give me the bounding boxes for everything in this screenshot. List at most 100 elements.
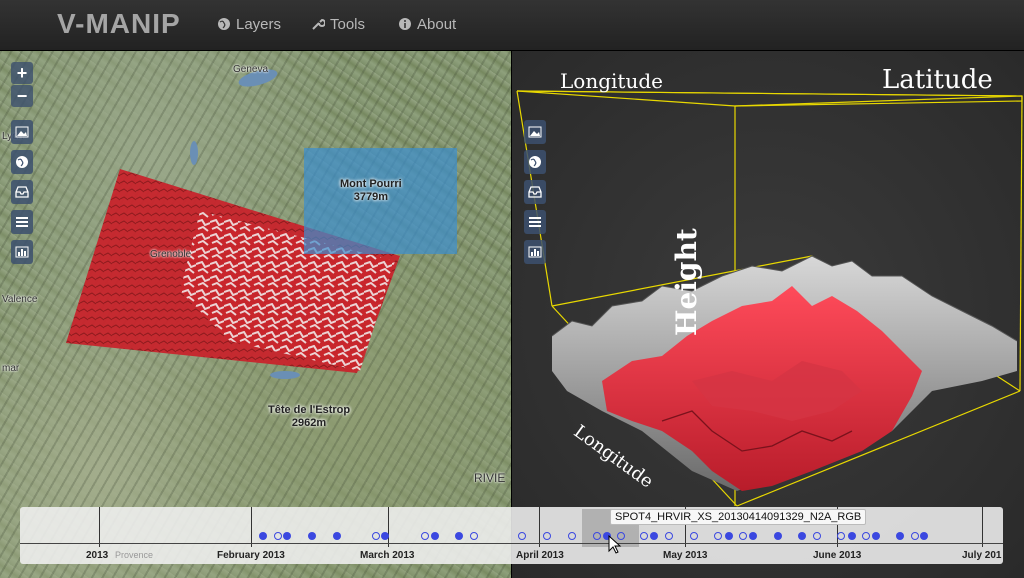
image-dot[interactable] [725, 532, 733, 540]
globe-button[interactable] [11, 150, 33, 174]
inbox-icon [15, 186, 29, 198]
inbox-button[interactable] [11, 180, 33, 204]
image-dot[interactable] [274, 532, 282, 540]
image-dot[interactable] [640, 532, 648, 540]
image-dot[interactable] [308, 532, 316, 540]
timeline-tick-label: 2013 [86, 550, 109, 561]
satellite-image-overlay [66, 148, 457, 373]
nav-about[interactable]: About [398, 16, 456, 33]
inbox-icon [528, 186, 542, 198]
image-dot[interactable] [568, 532, 576, 540]
image-dot[interactable] [518, 532, 526, 540]
peak-label: Mont Pourri 3779m [340, 178, 402, 204]
image-dot[interactable] [455, 532, 463, 540]
timeline-tick [251, 507, 252, 547]
timeline-tick [388, 507, 389, 547]
image-icon [528, 126, 542, 138]
image-dot[interactable] [714, 532, 722, 540]
image-dot[interactable] [421, 532, 429, 540]
timeline-tick-label: February 2013 [217, 550, 285, 561]
peak-name: Tête de l'Estrop [268, 404, 351, 416]
peak-label: Tête de l'Estrop 2962m [268, 404, 350, 430]
app-brand[interactable]: V-MANIP [57, 8, 181, 40]
image-dot[interactable] [593, 532, 601, 540]
image-dot[interactable] [774, 532, 782, 540]
image-dot[interactable] [862, 532, 870, 540]
list-icon [16, 217, 28, 227]
nav-tools-label: Tools [330, 16, 366, 33]
list-button[interactable] [11, 210, 33, 234]
place-label: Geneva [233, 64, 269, 75]
image-dot[interactable] [333, 532, 341, 540]
image-dot[interactable] [920, 532, 928, 540]
image-dot[interactable] [813, 532, 821, 540]
zoom-out-button[interactable]: − [11, 85, 33, 107]
timeline[interactable]: 2013 February 2013 March 2013 April 2013… [20, 507, 1003, 564]
image-dot[interactable] [259, 532, 267, 540]
image-dot[interactable] [372, 532, 380, 540]
place-label: mar [2, 363, 20, 374]
image-icon [15, 126, 29, 138]
globe-icon [529, 156, 541, 168]
image-dot[interactable] [749, 532, 757, 540]
image-dot[interactable] [872, 532, 880, 540]
axis-label-longitude-top: Longitude [560, 69, 663, 93]
globe-icon [218, 18, 230, 30]
timeline-tick-label: April 2013 [516, 550, 564, 561]
bar-chart-icon [528, 246, 542, 258]
timeline-tick [539, 507, 540, 547]
image-dot[interactable] [690, 532, 698, 540]
image-dot[interactable] [431, 532, 439, 540]
place-label: RIVIE [474, 471, 506, 485]
terrain-3d-canvas [516, 90, 1023, 507]
axis-label-height: Height [670, 228, 703, 336]
image-tooltip: SPOT4_HRVIR_XS_20130414091329_N2A_RGB [610, 509, 867, 525]
image-dot[interactable] [798, 532, 806, 540]
bar-chart-icon [15, 246, 29, 258]
terrain-3d-view[interactable]: Longitude Latitude Height Longitude [512, 51, 1024, 578]
timeline-tick-label: May 2013 [663, 550, 708, 561]
image-dot[interactable] [665, 532, 673, 540]
image-layer-button[interactable] [11, 120, 33, 144]
timeline-tick-label: June 2013 [813, 550, 862, 561]
globe-icon [16, 156, 28, 168]
chart-button-3d[interactable] [524, 240, 546, 264]
image-dot[interactable] [283, 532, 291, 540]
place-label: Grenoble [150, 249, 192, 260]
timeline-axis [20, 543, 1003, 544]
peak-height: 2962m [291, 417, 327, 429]
list-button-3d[interactable] [524, 210, 546, 234]
chart-button[interactable] [11, 240, 33, 264]
image-dot[interactable] [739, 532, 747, 540]
image-dot[interactable] [896, 532, 904, 540]
nav-layers[interactable]: Layers [217, 16, 281, 33]
image-dot[interactable] [848, 532, 856, 540]
info-icon [399, 18, 411, 30]
image-dot[interactable] [911, 532, 919, 540]
list-icon [529, 217, 541, 227]
inbox-button-3d[interactable] [524, 180, 546, 204]
place-label: Valence [2, 294, 38, 305]
peak-name: Mont Pourri [340, 178, 402, 190]
image-dot[interactable] [543, 532, 551, 540]
nav-about-label: About [417, 16, 457, 33]
globe-button-3d[interactable] [524, 150, 546, 174]
image-layer-button-3d[interactable] [524, 120, 546, 144]
image-dot[interactable] [381, 532, 389, 540]
image-dot[interactable] [837, 532, 845, 540]
image-dot[interactable] [470, 532, 478, 540]
peak-height: 3779m [353, 191, 388, 203]
map-place-overlay: Provence [115, 550, 154, 560]
nav-layers-label: Layers [236, 16, 282, 33]
timeline-tick [982, 507, 983, 547]
timeline-tick-label: July 201 [962, 550, 1002, 561]
map-view[interactable]: Geneva Lyon Grenoble Valence mar RIVIE M… [0, 51, 511, 578]
mouse-cursor-icon [608, 535, 622, 554]
navbar: V-MANIP Layers Tools About [0, 0, 1024, 51]
wrench-icon [312, 18, 325, 30]
timeline-tick-label: March 2013 [360, 550, 415, 561]
image-dot[interactable] [650, 532, 658, 540]
timeline-tick [99, 507, 100, 547]
nav-tools[interactable]: Tools [311, 16, 365, 33]
zoom-in-button[interactable]: + [11, 62, 33, 84]
